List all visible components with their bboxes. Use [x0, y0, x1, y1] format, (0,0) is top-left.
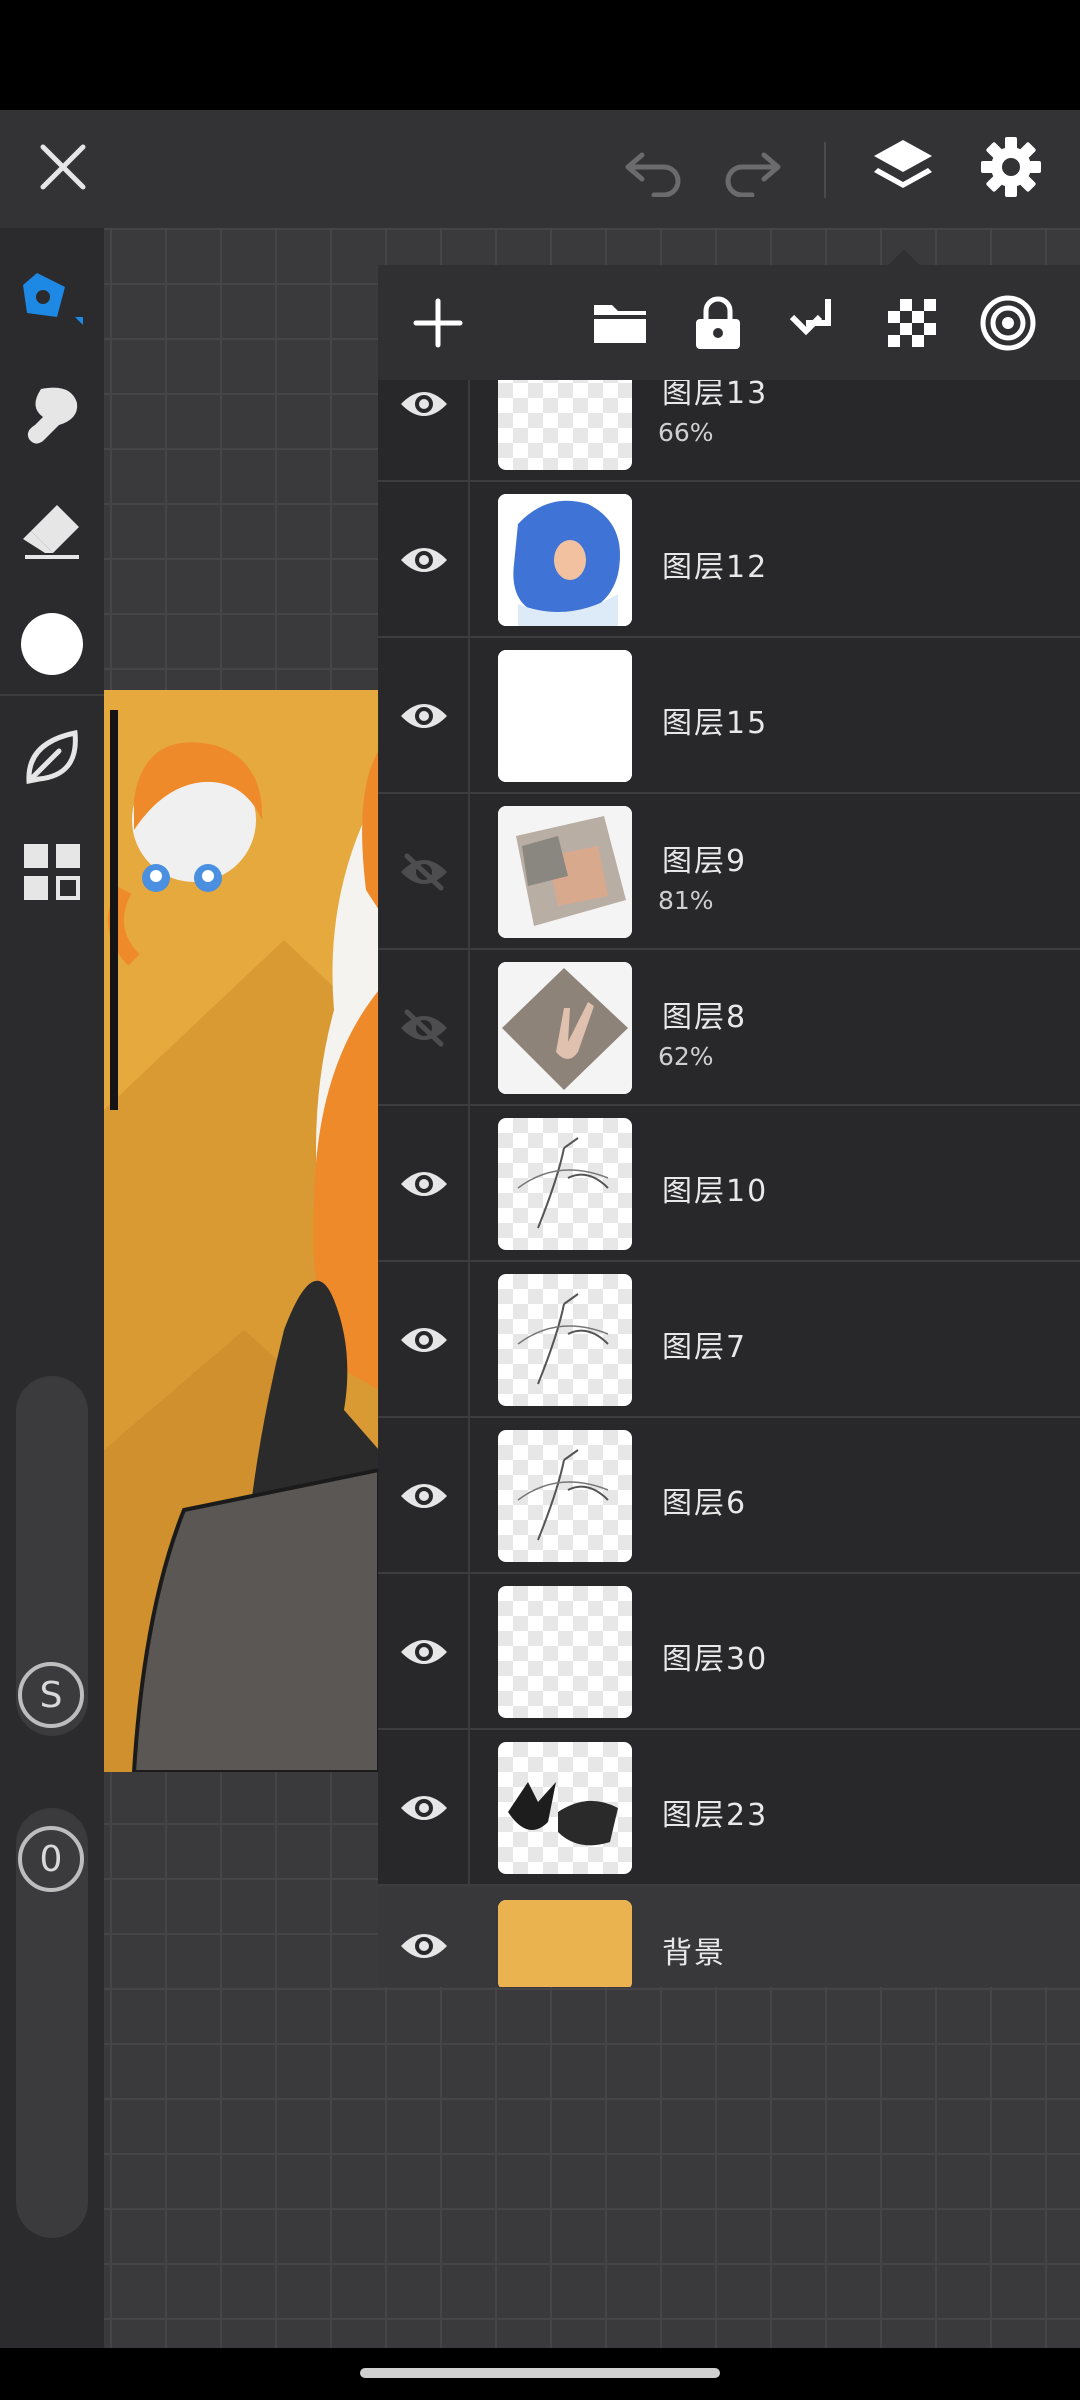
size-label: S — [18, 1662, 84, 1728]
eye-icon[interactable] — [392, 380, 456, 434]
leaf-icon[interactable] — [12, 718, 92, 798]
layer-thumbnail[interactable] — [498, 380, 632, 470]
layer-row[interactable]: 图层12 — [378, 482, 1080, 638]
smudge-icon[interactable] — [12, 374, 92, 454]
undo-icon[interactable] — [610, 122, 700, 212]
eraser-icon[interactable] — [12, 490, 92, 570]
eye-icon[interactable] — [392, 1916, 456, 1976]
layer-name: 图层9 — [662, 844, 748, 879]
layer-name: 背景 — [662, 1936, 726, 1971]
top-bar — [0, 110, 1080, 228]
layer-opacity: 62% — [658, 1042, 714, 1071]
layers-panel: 图层13 66% 图层12 图层15 图层9 81% 图层8 62% 图层10 图层7 图层6 图层3… — [378, 249, 1080, 1987]
left-toolbar: S 0 — [0, 228, 104, 2348]
eye-off-icon[interactable] — [392, 998, 456, 1058]
layers-toolbar — [378, 265, 1080, 380]
target-icon[interactable] — [968, 283, 1048, 363]
merge-down-icon[interactable] — [776, 283, 856, 363]
lock-icon[interactable] — [678, 283, 758, 363]
layers-icon[interactable] — [858, 122, 948, 212]
gear-icon[interactable] — [966, 122, 1056, 212]
layer-thumbnail[interactable] — [498, 1742, 632, 1874]
canvas-artwork[interactable] — [104, 690, 379, 1772]
layer-thumbnail[interactable] — [498, 1118, 632, 1250]
eye-off-icon[interactable] — [392, 842, 456, 902]
layer-row[interactable]: 背景 — [378, 1886, 1080, 1987]
layer-row[interactable]: 图层23 — [378, 1730, 1080, 1886]
eye-icon[interactable] — [392, 1622, 456, 1682]
layer-row[interactable]: 图层10 — [378, 1106, 1080, 1262]
color-swatch[interactable] — [12, 604, 92, 684]
layer-thumbnail[interactable] — [498, 1900, 632, 1987]
status-bar — [0, 0, 1080, 110]
layer-opacity: 81% — [658, 886, 714, 915]
layer-row[interactable]: 图层9 81% — [378, 794, 1080, 950]
layer-thumbnail[interactable] — [498, 806, 632, 938]
layer-row[interactable]: 图层15 — [378, 638, 1080, 794]
layer-name: 图层8 — [662, 1000, 748, 1035]
layer-opacity: 66% — [658, 418, 714, 447]
layer-name: 图层6 — [662, 1486, 748, 1521]
grid-icon[interactable] — [12, 832, 92, 912]
eye-icon[interactable] — [392, 1466, 456, 1526]
eye-icon[interactable] — [392, 530, 456, 590]
home-indicator[interactable] — [360, 2368, 720, 2378]
layer-row[interactable]: 图层13 66% — [378, 380, 1080, 482]
layer-name: 图层12 — [662, 550, 769, 585]
layer-name: 图层13 — [662, 380, 769, 411]
close-icon[interactable] — [18, 122, 108, 212]
eye-icon[interactable] — [392, 686, 456, 746]
divider — [824, 142, 826, 198]
toolbar-divider — [0, 694, 104, 696]
layer-row[interactable]: 图层7 — [378, 1262, 1080, 1418]
layer-list: 图层13 66% 图层12 图层15 图层9 81% 图层8 62% 图层10 图层7 图层6 图层3… — [378, 380, 1080, 1987]
redo-icon[interactable] — [706, 122, 796, 212]
eye-icon[interactable] — [392, 1154, 456, 1214]
add-layer-icon[interactable] — [398, 283, 478, 363]
opacity-label: 0 — [18, 1826, 84, 1892]
layer-thumbnail[interactable] — [498, 494, 632, 626]
layer-thumbnail[interactable] — [498, 1274, 632, 1406]
layer-name: 图层23 — [662, 1798, 769, 1833]
eye-icon[interactable] — [392, 1778, 456, 1838]
panel-pointer — [888, 249, 920, 265]
layer-name: 图层15 — [662, 706, 769, 741]
layer-row[interactable]: 图层8 62% — [378, 950, 1080, 1106]
brush-icon[interactable] — [12, 260, 92, 340]
layer-thumbnail[interactable] — [498, 1430, 632, 1562]
layer-thumbnail[interactable] — [498, 1586, 632, 1718]
layer-name: 图层30 — [662, 1642, 769, 1677]
alpha-lock-icon[interactable] — [872, 283, 952, 363]
layer-row[interactable]: 图层6 — [378, 1418, 1080, 1574]
layer-name: 图层10 — [662, 1174, 769, 1209]
layer-thumbnail[interactable] — [498, 962, 632, 1094]
layer-row[interactable]: 图层30 — [378, 1574, 1080, 1730]
layer-name: 图层7 — [662, 1330, 748, 1365]
folder-icon[interactable] — [580, 283, 660, 363]
eye-icon[interactable] — [392, 1310, 456, 1370]
layer-thumbnail[interactable] — [498, 650, 632, 782]
